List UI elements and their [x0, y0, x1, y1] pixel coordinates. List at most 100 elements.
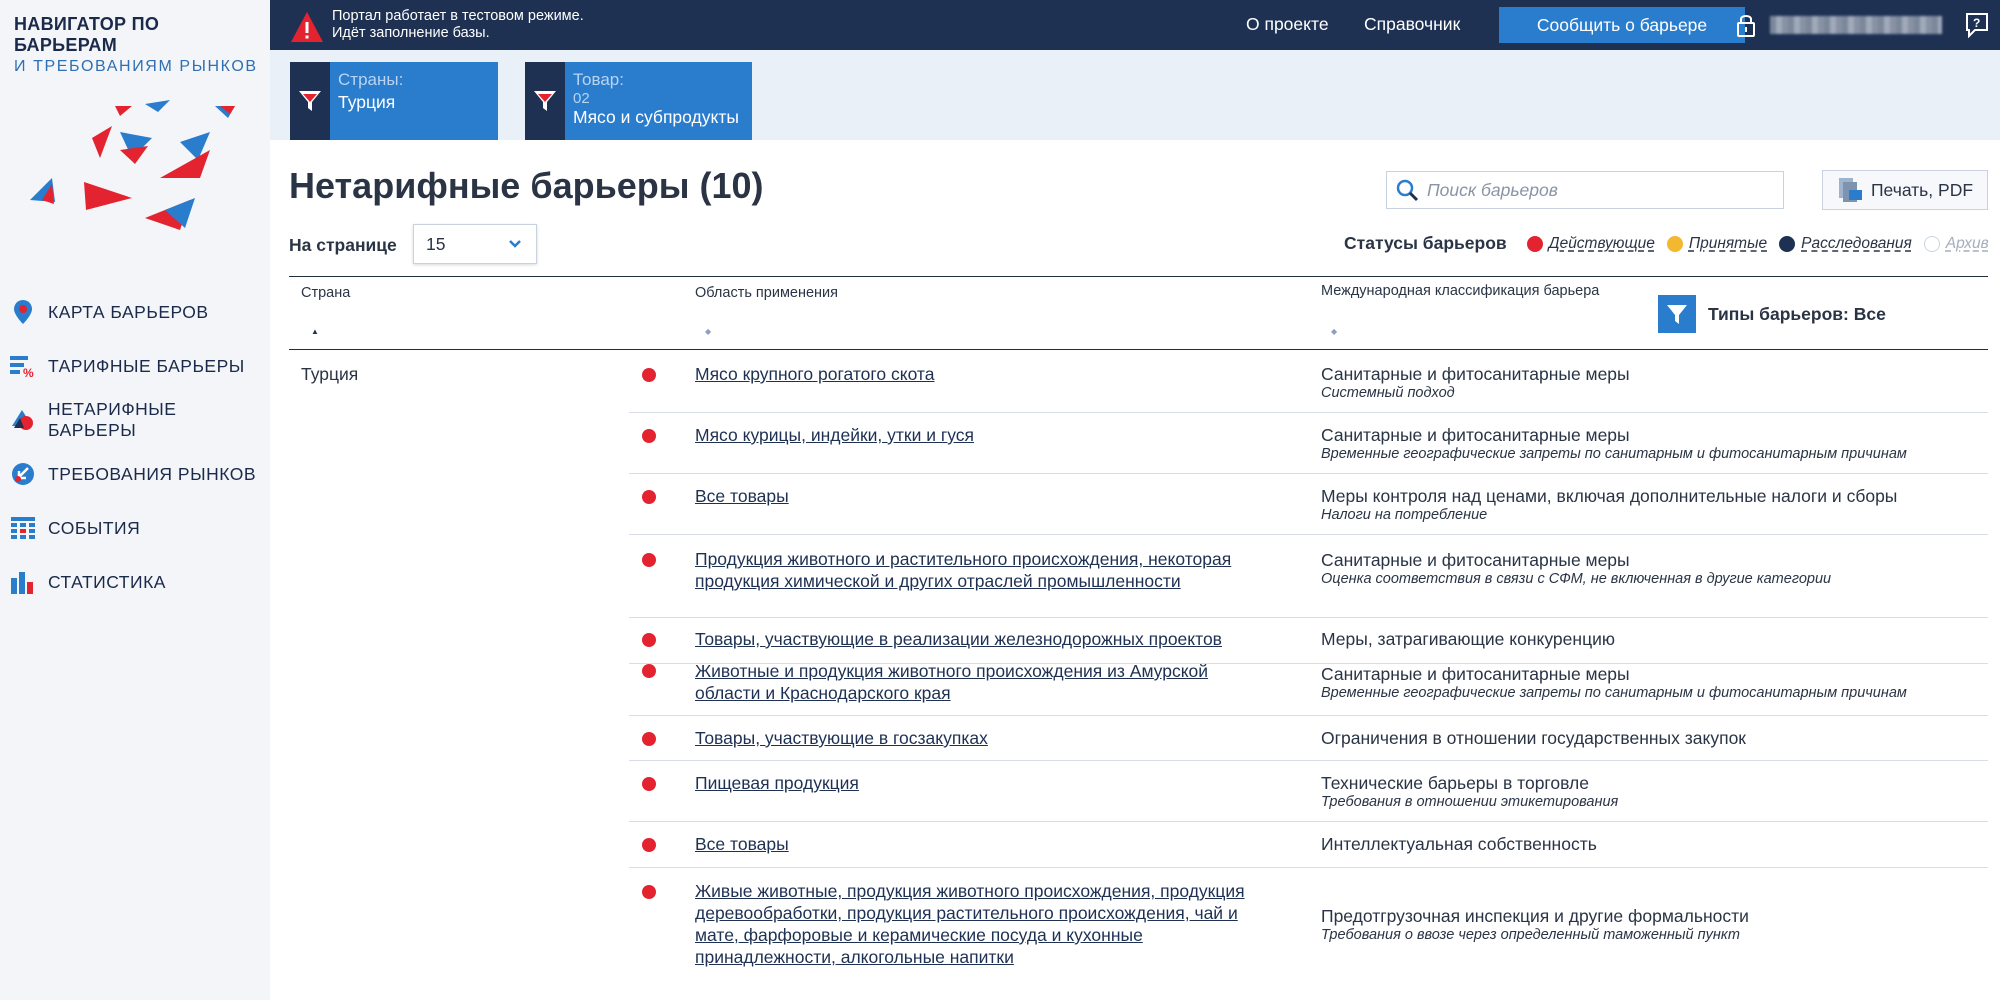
table-row: Мясо курицы, индейки, утки и гуся Санита… — [629, 413, 1988, 474]
classification: Предотгрузочная инспекция и другие форма… — [1321, 906, 1749, 926]
search-box[interactable] — [1386, 171, 1784, 209]
classification-subtype: Требования о ввозе через определенный та… — [1321, 927, 1740, 943]
product-filter-code: 02 — [573, 90, 590, 107]
area-link[interactable]: Мясо крупного рогатого скота — [695, 363, 1275, 385]
area-link[interactable]: Животные и продукция животного происхожд… — [695, 660, 1275, 704]
table-row: Все товары Меры контроля над ценами, вкл… — [629, 474, 1988, 535]
area-link[interactable]: Продукция животного и растительного прои… — [695, 548, 1275, 592]
status-label: Действующие — [1548, 234, 1655, 252]
classification: Ограничения в отношении государственных … — [1321, 728, 1746, 748]
print-pdf-button[interactable]: Печать, PDF — [1822, 170, 1988, 210]
classification: Санитарные и фитосанитарные меры — [1321, 425, 1630, 445]
column-header-classification[interactable]: Международная классификация барьера — [1321, 283, 1599, 299]
table-row: Живые животные, продукция животного прои… — [629, 868, 1988, 1000]
status-archive[interactable]: Архив — [1923, 234, 1989, 253]
lock-icon[interactable] — [1736, 12, 1756, 38]
column-header-country[interactable]: Страна — [301, 285, 350, 301]
area-link[interactable]: Все товары — [695, 485, 1275, 507]
status-dot — [1779, 235, 1796, 252]
barrier-status-legend: Статусы барьеров Действующие Принятые Ра… — [1344, 233, 1989, 254]
status-dot-active — [642, 838, 656, 852]
status-dot-active — [642, 664, 656, 678]
nontariff-shapes-icon — [10, 407, 36, 433]
area-link[interactable]: Живые животные, продукция животного прои… — [695, 880, 1275, 968]
area-link[interactable]: Мясо курицы, индейки, утки и гуся — [695, 424, 1275, 446]
search-icon[interactable] — [1387, 172, 1427, 208]
about-link[interactable]: О проекте — [1246, 14, 1329, 35]
reference-link[interactable]: Справочник — [1364, 14, 1460, 35]
country-filter-label: Страны: — [338, 70, 404, 89]
area-link[interactable]: Товары, участвующие в реализации железно… — [695, 628, 1275, 650]
search-input[interactable] — [1427, 179, 1767, 201]
calendar-grid-icon — [10, 515, 36, 541]
sort-icon[interactable]: ▲ — [311, 327, 319, 336]
country-cell: Турция — [301, 364, 359, 384]
classification-subtype: Временные географические запреты по сани… — [1321, 446, 1907, 462]
table-header: Страна ▲ Область применения ◆ Международ… — [289, 276, 1988, 350]
area-link[interactable]: Пищевая продукция — [695, 772, 1275, 794]
classification: Меры контроля над ценами, включая дополн… — [1321, 486, 1898, 506]
classification-subtype: Налоги на потребление — [1321, 507, 1488, 523]
classification-subtype: Системный подход — [1321, 385, 1455, 401]
area-link[interactable]: Товары, участвующие в госзакупках — [695, 727, 1275, 749]
bar-stats-icon — [10, 569, 36, 595]
page-title: Нетарифные барьеры (10) — [289, 165, 764, 206]
report-barrier-button[interactable]: Сообщить о барьере — [1499, 7, 1745, 43]
table-row: Животные и продукция животного происхожд… — [629, 661, 1988, 716]
status-dot — [1923, 235, 1940, 252]
status-dot-active — [642, 633, 656, 647]
column-header-area[interactable]: Область применения — [695, 285, 838, 301]
status-dot — [1526, 235, 1543, 252]
status-active[interactable]: Действующие — [1526, 234, 1655, 253]
classification-subtype: Требования в отношении этикетирования — [1321, 794, 1619, 810]
product-filter-value: Мясо и субпродукты — [573, 107, 739, 127]
nav-item-events[interactable]: СОБЫТИЯ — [0, 501, 270, 555]
area-link[interactable]: Все товары — [695, 833, 1275, 855]
map-pin-icon — [10, 299, 36, 325]
country-filter-chip[interactable]: Страны: Турция — [290, 62, 498, 140]
product-filter-chip[interactable]: Товар: 02 Мясо и субпродукты — [525, 62, 752, 140]
nav-label: СТАТИСТИКА — [48, 571, 166, 592]
logo-subtitle: И ТРЕБОВАНИЯМ РЫНКОВ — [14, 58, 258, 75]
status-label: Архив — [1945, 234, 1989, 252]
classification: Интеллектуальная собственность — [1321, 834, 1597, 854]
status-dot-active — [642, 368, 656, 382]
top-bar: Портал работает в тестовом режиме. Идёт … — [270, 0, 2000, 50]
help-icon[interactable]: ? — [1965, 12, 1989, 38]
barrier-types-filter[interactable]: Типы барьеров: Все — [1658, 295, 1886, 333]
barrier-types-label: Типы барьеров: Все — [1708, 303, 1886, 324]
market-arrow-icon — [10, 461, 36, 487]
status-dot-active — [642, 553, 656, 567]
nav-item-tariff[interactable]: % ТАРИФНЫЕ БАРЬЕРЫ — [0, 339, 270, 393]
status-label: Расследования — [1801, 234, 1912, 252]
print-icon — [1838, 178, 1862, 202]
table-row: Мясо крупного рогатого скота Санитарные … — [629, 352, 1988, 413]
nav-label: ТРЕБОВАНИЯ РЫНКОВ — [48, 463, 256, 484]
warning-icon — [291, 12, 323, 42]
nav-label: СОБЫТИЯ — [48, 517, 141, 538]
classification: Меры, затрагивающие конкуренцию — [1321, 629, 1615, 649]
status-dot — [1666, 235, 1683, 252]
product-filter-label: Товар: — [573, 70, 624, 89]
status-dot-active — [642, 885, 656, 899]
nav-item-statistics[interactable]: СТАТИСТИКА — [0, 555, 270, 609]
classification-subtype: Временные географические запреты по сани… — [1321, 685, 1907, 701]
warning-line1: Портал работает в тестовом режиме. — [332, 8, 584, 24]
nav-item-nontariff[interactable]: НЕТАРИФНЫЕ БАРЬЕРЫ — [0, 393, 270, 447]
status-investigations[interactable]: Расследования — [1779, 235, 1912, 253]
per-page-select[interactable]: 15 — [413, 224, 537, 264]
status-dot-active — [642, 732, 656, 746]
status-adopted[interactable]: Принятые — [1666, 235, 1767, 253]
classification: Санитарные и фитосанитарные меры — [1321, 364, 1630, 384]
classification: Санитарные и фитосанитарные меры — [1321, 550, 1630, 570]
classification: Санитарные и фитосанитарные меры — [1321, 664, 1630, 684]
user-name-blurred[interactable] — [1770, 16, 1942, 34]
status-dot-active — [642, 429, 656, 443]
logo[interactable]: НАВИГАТОР ПО БАРЬЕРАМ И ТРЕБОВАНИЯМ РЫНК… — [14, 14, 264, 76]
sort-icon[interactable]: ◆ — [1331, 327, 1337, 336]
nav-item-map[interactable]: КАРТА БАРЬЕРОВ — [0, 285, 270, 339]
sort-icon[interactable]: ◆ — [705, 327, 711, 336]
per-page-label: На странице — [289, 235, 397, 255]
classification-subtype: Оценка соответствия в связи с СФМ, не вк… — [1321, 571, 1832, 587]
nav-item-market-requirements[interactable]: ТРЕБОВАНИЯ РЫНКОВ — [0, 447, 270, 501]
